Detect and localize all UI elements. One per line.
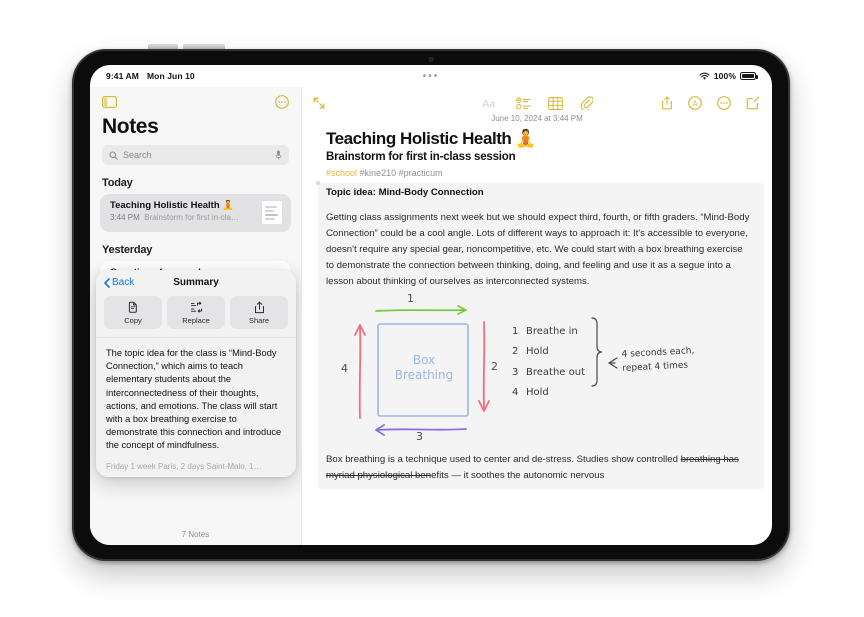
checklist-icon[interactable] <box>515 96 531 110</box>
arrow-label-left: 4 <box>341 361 348 375</box>
svg-text:A: A <box>692 99 698 108</box>
ipad-device-frame: 9:41 AM Mon Jun 10 100% ••• Notes Search… <box>72 49 790 561</box>
note-scroll-area[interactable]: Teaching Holistic Health 🧘 Brainstorm fo… <box>302 123 772 490</box>
tag-school[interactable]: #school <box>326 168 357 178</box>
section-header-yesterday: Yesterday <box>102 244 153 256</box>
summarized-highlight-block: Topic idea: Mind-Body Connection Getting… <box>316 180 764 490</box>
meditation-emoji: 🧘 <box>515 129 537 148</box>
tail-line-2: efits — it soothes the autonomic nervous <box>431 469 605 481</box>
note-editor: Aa A June 10, 2024 at 3:44 PM Teaching H… <box>302 87 772 545</box>
table-icon[interactable] <box>547 96 563 110</box>
screenshot-stage: 9:41 AM Mon Jun 10 100% ••• Notes Search… <box>0 0 864 617</box>
list-item[interactable]: Teaching Holistic Health 🧘 3:44 PM Brain… <box>100 194 291 232</box>
step-1: 1 Breathe in <box>512 325 578 337</box>
notes-sidebar: Notes Search Today Teaching Holistic Hea… <box>90 87 302 545</box>
note-subtitle: 3:44 PM Brainstorm for first in-cla… <box>110 213 239 222</box>
note-heading: Teaching Holistic Health 🧘 <box>326 129 750 149</box>
box-breathing-drawing[interactable]: 1 2 3 4 Box Breathing 1 Breathe in 2 Hol… <box>326 292 750 448</box>
status-date: Mon Jun 10 <box>146 71 195 81</box>
editor-toolbar: Aa A <box>302 87 772 113</box>
arrow-label-top: 1 <box>407 291 414 305</box>
device-screen: 9:41 AM Mon Jun 10 100% ••• Notes Search… <box>90 65 772 545</box>
wifi-icon <box>699 72 710 80</box>
summary-header: Back Summary <box>96 270 296 294</box>
note-heading-text: Teaching Holistic Health <box>326 129 512 148</box>
summary-actions: Copy Replace Share <box>96 294 296 337</box>
more-circle-icon[interactable] <box>717 96 731 110</box>
note-tags: #school #kine210 #practicum <box>326 168 750 178</box>
replace-icon <box>190 301 202 313</box>
sidebar-toggle-icon[interactable] <box>102 96 117 108</box>
note-paragraph-tail: Box breathing is a technique used to cen… <box>326 452 750 484</box>
status-time: 9:41 AM <box>106 71 139 81</box>
arrow-label-right: 2 <box>491 359 498 373</box>
section-header-today: Today <box>102 177 133 189</box>
svg-text:Aa: Aa <box>482 99 495 110</box>
step-4: 4 Hold <box>512 387 549 399</box>
notes-count-label: 7 Notes <box>90 523 301 545</box>
chevron-left-icon <box>104 277 110 288</box>
battery-percent-label: 100% <box>713 71 736 81</box>
note-subheading: Brainstorm for first in-class session <box>326 151 516 163</box>
back-label: Back <box>112 277 135 288</box>
step-3: 3 Breathe out <box>512 366 585 378</box>
tag-rest[interactable]: #kine210 #practicum <box>360 168 443 178</box>
search-input[interactable]: Search <box>102 145 289 165</box>
share-label: Share <box>248 316 269 325</box>
microphone-icon[interactable] <box>275 150 282 160</box>
copy-icon <box>128 301 137 313</box>
battery-icon <box>740 72 758 80</box>
tail-line-1: Box breathing is a technique used to cen… <box>326 453 678 465</box>
front-camera <box>428 57 434 62</box>
note-paragraph: Getting class assignments next week but … <box>326 212 750 287</box>
back-button[interactable]: Back <box>104 277 134 288</box>
copy-label: Copy <box>124 316 142 325</box>
search-icon <box>109 150 118 160</box>
notes-app: Notes Search Today Teaching Holistic Hea… <box>90 87 772 545</box>
note-date: June 10, 2024 at 3:44 PM <box>491 114 583 123</box>
summary-popover: Back Summary Copy Replace Share The topi… <box>96 270 296 477</box>
search-placeholder: Search <box>123 150 152 160</box>
apple-intelligence-icon[interactable]: A <box>688 96 702 110</box>
summary-body-text: The topic idea for the class is “Mind-Bo… <box>96 337 296 453</box>
sidebar-toolbar <box>90 87 301 111</box>
share-button[interactable]: Share <box>230 296 288 329</box>
share-icon <box>254 301 264 314</box>
compose-icon[interactable] <box>746 96 760 110</box>
step-2: 2 Hold <box>512 346 549 358</box>
replace-label: Replace <box>182 316 210 325</box>
drawing-annotation: 4 seconds each, repeat 4 times <box>621 345 695 374</box>
more-circle-icon[interactable] <box>275 95 289 109</box>
box-label: Box Breathing <box>394 352 454 382</box>
share-icon[interactable] <box>661 96 673 110</box>
copy-button[interactable]: Copy <box>104 296 162 329</box>
arrow-label-bottom: 3 <box>416 429 423 443</box>
editor-toolbar-right: A <box>661 96 760 110</box>
multitasking-grabber[interactable]: ••• <box>423 72 440 82</box>
breathing-steps-list: 1 Breathe in 2 Hold 3 Breathe out 4 Hold <box>512 322 585 404</box>
summary-footer-note: Friday 1 week Paris, 2 days Saint-Malo, … <box>106 461 262 471</box>
replace-button[interactable]: Replace <box>167 296 225 329</box>
paperclip-icon[interactable] <box>580 96 593 110</box>
topic-heading: Topic idea: Mind-Body Connection <box>326 187 484 198</box>
scroll-fade-overlay <box>302 529 772 545</box>
page-title: Notes <box>102 115 159 138</box>
note-title: Teaching Holistic Health 🧘 <box>110 200 235 211</box>
format-aa-icon[interactable]: Aa <box>482 96 499 110</box>
expand-collapse-icon[interactable] <box>312 96 326 110</box>
note-thumbnail <box>261 200 283 225</box>
